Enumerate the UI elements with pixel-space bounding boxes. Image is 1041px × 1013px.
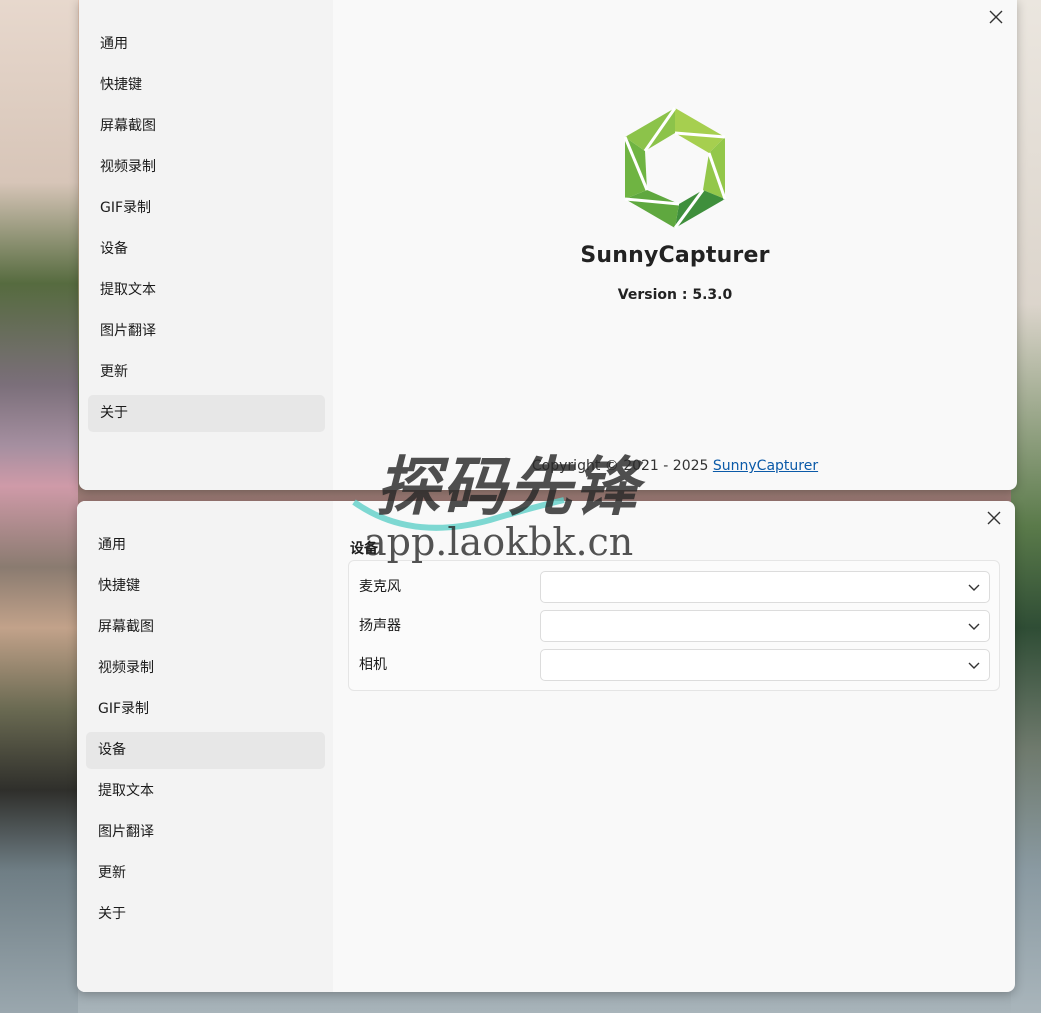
sidebar-item-general[interactable]: 通用 (88, 26, 325, 63)
sidebar-item-about[interactable]: 关于 (86, 896, 325, 933)
camera-select[interactable] (540, 649, 990, 681)
sidebar-item-update[interactable]: 更新 (88, 354, 325, 391)
version-label: Version : 5.3.0 (617, 287, 733, 303)
chevron-down-icon (968, 623, 980, 630)
sidebar-nav: 通用 快捷键 屏幕截图 视频录制 GIF录制 设备 提取文本 图片翻译 更新 关… (86, 527, 325, 937)
microphone-select[interactable] (540, 571, 990, 603)
section-title: 设备 (350, 541, 378, 557)
devices-window: 通用 快捷键 屏幕截图 视频录制 GIF录制 设备 提取文本 图片翻译 更新 关… (77, 501, 1015, 992)
sidebar-item-gif-recording[interactable]: GIF录制 (88, 190, 325, 227)
about-panel: SunnyCapturer Version : 5.3.0 Copyright … (333, 0, 1017, 490)
sidebar-item-about[interactable]: 关于 (88, 395, 325, 432)
speaker-select[interactable] (540, 610, 990, 642)
microphone-label: 麦克风 (359, 579, 401, 595)
sidebar: 通用 快捷键 屏幕截图 视频录制 GIF录制 设备 提取文本 图片翻译 更新 关… (79, 0, 333, 490)
close-button[interactable] (983, 6, 1009, 28)
chevron-down-icon (968, 584, 980, 591)
aperture-logo-icon (623, 107, 727, 229)
sidebar-item-general[interactable]: 通用 (86, 527, 325, 564)
app-name: SunnyCapturer (580, 243, 770, 268)
sidebar-item-shortcuts[interactable]: 快捷键 (86, 568, 325, 605)
speaker-label: 扬声器 (359, 618, 401, 634)
camera-row: 相机 (349, 649, 999, 681)
camera-label: 相机 (359, 657, 387, 673)
close-icon (989, 10, 1003, 24)
sidebar-item-gif-recording[interactable]: GIF录制 (86, 691, 325, 728)
sidebar-item-update[interactable]: 更新 (86, 855, 325, 892)
sidebar-item-screenshot[interactable]: 屏幕截图 (88, 108, 325, 145)
sidebar-item-video-recording[interactable]: 视频录制 (86, 650, 325, 687)
sidebar-item-shortcuts[interactable]: 快捷键 (88, 67, 325, 104)
device-settings-card: 麦克风 扬声器 相机 (348, 560, 1000, 691)
about-window: 通用 快捷键 屏幕截图 视频录制 GIF录制 设备 提取文本 图片翻译 更新 关… (79, 0, 1017, 490)
desktop-background-left (0, 0, 78, 1013)
copyright-text: Copyright © 2021 - 2025 (531, 458, 713, 474)
copyright: Copyright © 2021 - 2025 SunnyCapturer (333, 458, 1017, 474)
sidebar: 通用 快捷键 屏幕截图 视频录制 GIF录制 设备 提取文本 图片翻译 更新 关… (77, 501, 333, 992)
sidebar-item-video-recording[interactable]: 视频录制 (88, 149, 325, 186)
sidebar-item-screenshot[interactable]: 屏幕截图 (86, 609, 325, 646)
sidebar-item-devices[interactable]: 设备 (86, 732, 325, 769)
sidebar-item-extract-text[interactable]: 提取文本 (86, 773, 325, 810)
sidebar-item-image-translate[interactable]: 图片翻译 (86, 814, 325, 851)
sidebar-nav: 通用 快捷键 屏幕截图 视频录制 GIF录制 设备 提取文本 图片翻译 更新 关… (88, 26, 325, 436)
sidebar-item-extract-text[interactable]: 提取文本 (88, 272, 325, 309)
close-button[interactable] (981, 507, 1007, 529)
chevron-down-icon (968, 662, 980, 669)
microphone-row: 麦克风 (349, 571, 999, 603)
sidebar-item-devices[interactable]: 设备 (88, 231, 325, 268)
devices-panel: 设备 麦克风 扬声器 相机 (333, 501, 1015, 992)
speaker-row: 扬声器 (349, 610, 999, 642)
close-icon (987, 511, 1001, 525)
homepage-link[interactable]: SunnyCapturer (713, 458, 818, 474)
sidebar-item-image-translate[interactable]: 图片翻译 (88, 313, 325, 350)
